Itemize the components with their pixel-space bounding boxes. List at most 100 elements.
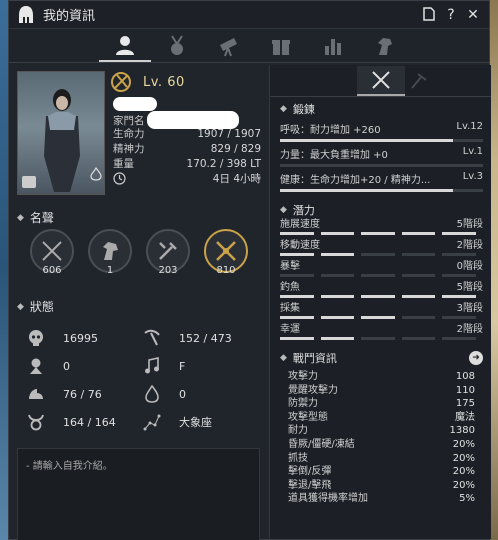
- potential-rows: 施展速度 5階段 移動速度 2階段 暴擊 0階段釣魚 5階段採集 3階段幸運 2階段: [280, 218, 483, 340]
- training-header: ◆ 鍛鍊: [280, 101, 483, 117]
- combat-key: 覺醒攻擊力: [288, 384, 338, 396]
- tab-stats[interactable]: [307, 30, 359, 62]
- tab-medals[interactable]: [151, 30, 203, 62]
- fame-item-combat[interactable]: 606: [23, 229, 81, 276]
- document-icon[interactable]: [421, 6, 437, 23]
- combat-value: 20%: [452, 438, 475, 450]
- potential-pip: [401, 253, 436, 256]
- diamond-bullet-icon: ◆: [280, 353, 287, 363]
- potential-label: 暴擊: [280, 261, 300, 272]
- help-icon[interactable]: ?: [443, 7, 459, 23]
- info-value: 170.2 / 398 LT: [186, 158, 261, 170]
- crossed-swords-icon: [371, 70, 390, 89]
- potential-value: 5階段: [456, 282, 483, 293]
- combat-row: 昏厥/僵硬/凍結 20%: [280, 438, 483, 452]
- potential-pip: [401, 274, 436, 277]
- tab-knowledge[interactable]: [203, 30, 255, 62]
- status-row: 76 / 76 0: [27, 380, 260, 408]
- potential-pip: [442, 253, 476, 256]
- potential-pip: [320, 253, 355, 256]
- status-value: F: [179, 359, 186, 373]
- diamond-bullet-icon: ◆: [280, 205, 287, 215]
- training-progress-bar: [280, 139, 483, 142]
- training-progress-fill: [280, 189, 453, 192]
- tab-life-training[interactable]: [395, 66, 443, 96]
- combat-key: 耐力: [288, 425, 308, 437]
- info-key: 重量: [113, 158, 134, 170]
- pickaxe-icon: [144, 329, 160, 346]
- flame-icon: [145, 385, 159, 403]
- status-value: 164 / 164: [63, 415, 116, 429]
- training-label: 力量：最大負重增加 +0: [280, 150, 388, 161]
- tab-gifts[interactable]: [255, 30, 307, 62]
- combat-value: 20%: [452, 466, 475, 478]
- info-rows: 生命力 1907 / 1907 精神力 829 / 829 重量 170.2 / 39…: [113, 127, 261, 187]
- potential-row[interactable]: 施展速度 5階段: [280, 218, 483, 231]
- telescope-icon: [220, 37, 237, 56]
- training-level: Lv.1: [462, 146, 483, 157]
- swords-icon: [42, 241, 62, 261]
- training-row[interactable]: 呼吸：耐力增加 +260 Lv.12: [280, 121, 483, 142]
- close-icon[interactable]: ✕: [465, 7, 481, 23]
- person-icon: [116, 35, 134, 55]
- horse-icon: [378, 37, 392, 55]
- status-header: ◆ 狀態: [17, 298, 260, 315]
- potential-row[interactable]: 幸運 2階段: [280, 323, 483, 336]
- potential-pip: [280, 295, 314, 298]
- potential-row[interactable]: 採集 3階段: [280, 302, 483, 315]
- tab-horse[interactable]: [359, 30, 411, 62]
- title-bar[interactable]: 我的資訊 ? ✕: [9, 1, 489, 29]
- info-value: 829 / 829: [210, 143, 261, 155]
- potential-row[interactable]: 暴擊 0階段: [280, 260, 483, 273]
- potential-title: 潛力: [292, 204, 315, 217]
- self-intro-placeholder: - 請輸入自我介紹。: [26, 461, 113, 472]
- potential-row[interactable]: 移動速度 2階段: [280, 239, 483, 252]
- redacted-name: [113, 97, 157, 111]
- combat-header: ◆ 戰鬥資訊 ➜: [280, 350, 483, 366]
- status-row: 164 / 164 大象座: [27, 408, 260, 436]
- potential-pips: [280, 232, 483, 235]
- combat-value: 108: [455, 371, 475, 382]
- combat-key: 擊退/擊飛: [288, 479, 332, 491]
- potential-pip: [401, 316, 436, 319]
- tab-character[interactable]: [99, 30, 151, 62]
- potential-pip: [320, 337, 355, 340]
- combat-key: 抓技: [288, 452, 308, 464]
- training-level: Lv.12: [456, 121, 483, 132]
- music-note-icon: [145, 357, 159, 374]
- fame-value: 1: [106, 265, 114, 276]
- combat-title-wrap: ◆ 戰鬥資訊: [280, 350, 337, 366]
- potential-pip: [280, 316, 314, 319]
- camera-icon[interactable]: [22, 176, 36, 188]
- fame-item-skill[interactable]: 203: [139, 229, 197, 276]
- combat-key: 昏厥/僵硬/凍結: [288, 438, 355, 450]
- main-tabs: [9, 29, 489, 63]
- training-label: 健康：生命力增加+20 / 精神力...: [280, 175, 431, 186]
- status-value: 16995: [63, 331, 98, 345]
- self-intro-box[interactable]: - 請輸入自我介紹。 ✎: [17, 448, 260, 540]
- potential-pips: [280, 337, 483, 340]
- combat-row: 道具獲得機率增加 5%: [280, 492, 483, 506]
- fame-item-total[interactable]: 810: [197, 229, 255, 276]
- my-info-window: 我的資訊 ? ✕ Lv. 60 家門名 生命力 1907 / 1907 精神力 …: [8, 0, 491, 540]
- potential-pip: [361, 253, 395, 256]
- status-value: 152 / 473: [179, 331, 232, 345]
- fame-item-life[interactable]: 1: [81, 229, 139, 276]
- gift-icon: [272, 39, 290, 55]
- combat-value: 20%: [452, 479, 475, 491]
- helmet-logo-icon: [19, 5, 33, 23]
- potential-row[interactable]: 釣魚 5階段: [280, 281, 483, 294]
- bar-chart-icon: [325, 38, 341, 55]
- potential-label: 幸運: [280, 324, 300, 335]
- potential-pip: [361, 337, 395, 340]
- training-row[interactable]: 健康：生命力增加+20 / 精神力... Lv.3: [280, 171, 483, 192]
- potential-pip: [442, 274, 476, 277]
- status-grid: 16995 152 / 473 0 F 76 / 76 0 164 / 164 …: [27, 324, 260, 436]
- arrow-right-icon[interactable]: ➜: [469, 351, 483, 365]
- training-title: 鍛鍊: [292, 103, 315, 116]
- status-value: 76 / 76: [63, 387, 102, 401]
- training-row[interactable]: 力量：最大負重增加 +0 Lv.1: [280, 146, 483, 167]
- diamond-bullet-icon: ◆: [280, 104, 287, 114]
- status-value: 0: [179, 387, 186, 401]
- potential-pip: [401, 337, 436, 340]
